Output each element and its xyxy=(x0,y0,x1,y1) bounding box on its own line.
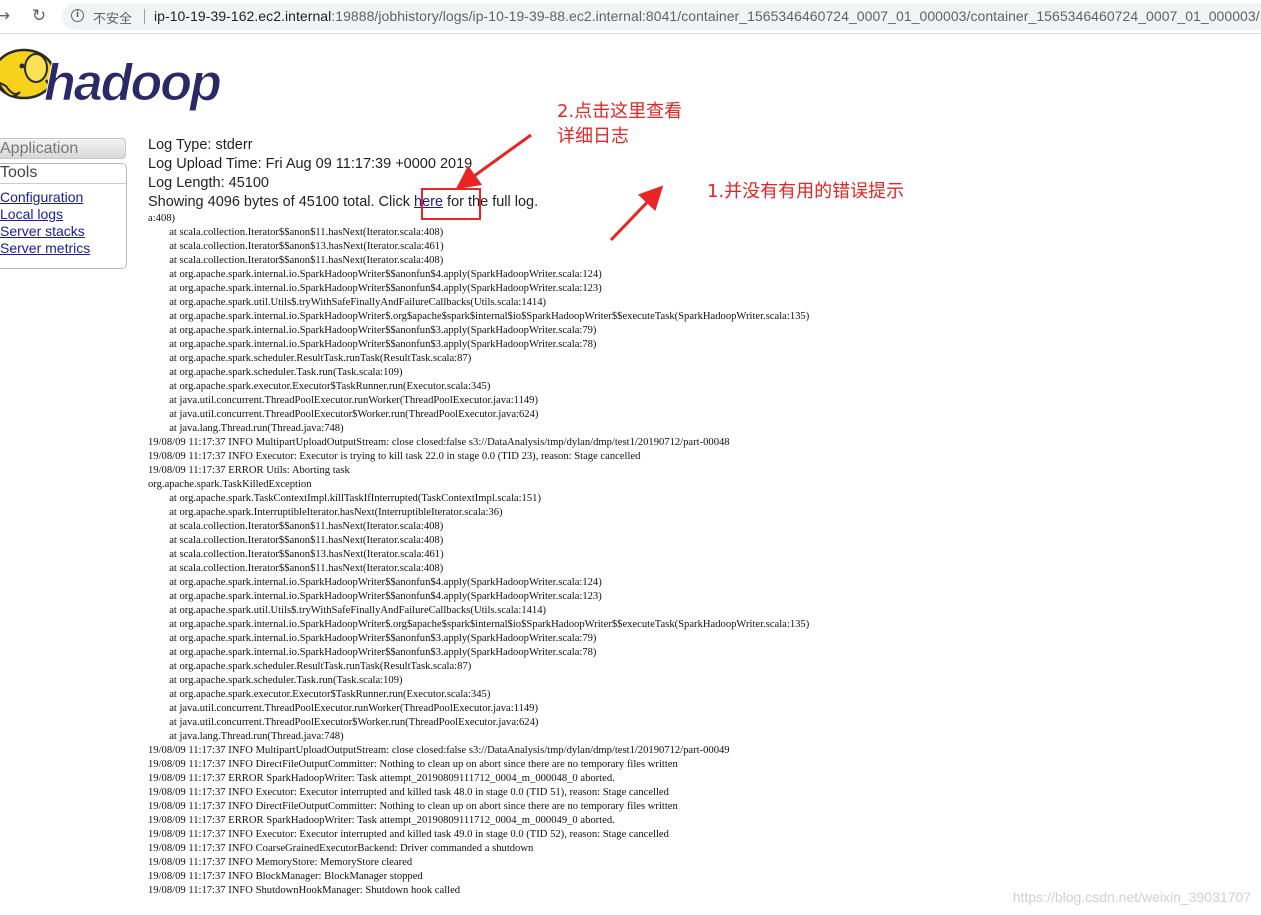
log-line: 19/08/09 11:17:37 INFO Executor: Executo… xyxy=(148,829,669,840)
log-line: at org.apache.spark.TaskContextImpl.kill… xyxy=(148,493,541,504)
log-line: at org.apache.spark.InterruptibleIterato… xyxy=(148,507,503,518)
log-line: at scala.collection.Iterator$$anon$13.ha… xyxy=(148,241,444,252)
logo-text: hadoop xyxy=(44,54,221,112)
log-type: Log Type: stderr xyxy=(148,137,253,153)
security-label[interactable]: 不安全 xyxy=(93,8,132,27)
log-line: 19/08/09 11:17:37 INFO DirectFileOutputC… xyxy=(148,801,678,812)
log-upload-time: Log Upload Time: Fri Aug 09 11:17:39 +00… xyxy=(148,156,473,172)
info-icon[interactable]: i xyxy=(71,9,84,22)
nav-tools-header[interactable]: Tools xyxy=(0,164,126,184)
log-line: at org.apache.spark.scheduler.ResultTask… xyxy=(148,353,472,364)
nav-link-server-metrics[interactable]: Server metrics xyxy=(0,240,90,256)
log-line: 19/08/09 11:17:37 ERROR SparkHadoopWrite… xyxy=(148,815,615,826)
annotation-click-here-line2: 详细日志 xyxy=(557,126,629,147)
nav-link-local-logs[interactable]: Local logs xyxy=(0,206,63,222)
log-line: at org.apache.spark.internal.io.SparkHad… xyxy=(148,577,602,588)
url-path: :19888/jobhistory/logs/ip-10-19-39-88.ec… xyxy=(331,8,1260,24)
url-host: ip-10-19-39-162.ec2.internal xyxy=(154,8,332,24)
log-line: 19/08/09 11:17:37 INFO Executor: Executo… xyxy=(148,787,669,798)
log-line: 19/08/09 11:17:37 INFO ShutdownHookManag… xyxy=(148,885,461,896)
log-line: at java.util.concurrent.ThreadPoolExecut… xyxy=(148,409,539,420)
log-line: at org.apache.spark.internal.io.SparkHad… xyxy=(148,633,597,644)
log-line: at org.apache.spark.internal.io.SparkHad… xyxy=(148,339,597,350)
nav-application-label: Application xyxy=(0,140,79,157)
log-line: 19/08/09 11:17:37 ERROR Utils: Aborting … xyxy=(148,465,350,476)
address-bar[interactable]: i 不安全 ip-10-19-39-162.ec2.internal:19888… xyxy=(62,3,1261,30)
nav-link-configuration[interactable]: Configuration xyxy=(0,189,83,205)
log-line: at scala.collection.Iterator$$anon$11.ha… xyxy=(148,255,444,266)
annotation-click-here: 2.点击这里查看 详细日志 xyxy=(557,99,682,149)
log-line: at org.apache.spark.internal.io.SparkHad… xyxy=(148,311,810,322)
log-line: at java.lang.Thread.run(Thread.java:748) xyxy=(148,423,344,434)
log-line: at org.apache.spark.util.Utils$.tryWithS… xyxy=(148,605,547,616)
annotation-click-here-line1: 2.点击这里查看 xyxy=(557,101,683,122)
here-highlight-box xyxy=(421,188,481,220)
log-line: at scala.collection.Iterator$$anon$11.ha… xyxy=(148,563,444,574)
log-line: at java.util.concurrent.ThreadPoolExecut… xyxy=(148,703,539,714)
log-line: at scala.collection.Iterator$$anon$11.ha… xyxy=(148,521,444,532)
nav-application[interactable]: Application xyxy=(0,138,126,159)
log-line: at org.apache.spark.executor.Executor$Ta… xyxy=(148,381,491,392)
log-line: 19/08/09 11:17:37 INFO MemoryStore: Memo… xyxy=(148,857,413,868)
log-line: at org.apache.spark.internal.io.SparkHad… xyxy=(148,591,602,602)
reload-icon[interactable]: ↻ xyxy=(28,5,50,27)
log-line: at org.apache.spark.scheduler.Task.run(T… xyxy=(148,675,403,686)
annotation-no-useful-error: 1.并没有有用的错误提示 xyxy=(707,181,905,202)
nav-tools-label: Tools xyxy=(0,164,38,181)
log-line: at org.apache.spark.scheduler.ResultTask… xyxy=(148,661,472,672)
browser-toolbar: → ↻ i 不安全 ip-10-19-39-162.ec2.internal:1… xyxy=(0,0,1261,34)
url-text[interactable]: ip-10-19-39-162.ec2.internal:19888/jobhi… xyxy=(154,8,1260,24)
log-line: 19/08/09 11:17:37 INFO MultipartUploadOu… xyxy=(148,437,730,448)
log-line: at org.apache.spark.internal.io.SparkHad… xyxy=(148,269,602,280)
log-line: at org.apache.spark.internal.io.SparkHad… xyxy=(148,619,810,630)
log-content: a:408) at scala.collection.Iterator$$ano… xyxy=(148,212,809,898)
log-showing-prefix: Showing 4096 bytes of 45100 total. Click xyxy=(148,194,414,210)
log-line: at org.apache.spark.executor.Executor$Ta… xyxy=(148,689,491,700)
log-line: 19/08/09 11:17:37 INFO CoarseGrainedExec… xyxy=(148,843,534,854)
log-line: 19/08/09 11:17:37 INFO Executor: Executo… xyxy=(148,451,641,462)
log-line: at org.apache.spark.internal.io.SparkHad… xyxy=(148,325,597,336)
log-line: 19/08/09 11:17:37 INFO DirectFileOutputC… xyxy=(148,759,678,770)
nav-link-server-stacks[interactable]: Server stacks xyxy=(0,223,85,239)
hadoop-logo: hadoop xyxy=(0,38,275,113)
forward-icon[interactable]: → xyxy=(0,5,14,27)
log-line: 19/08/09 11:17:37 ERROR SparkHadoopWrite… xyxy=(148,773,615,784)
log-line: 19/08/09 11:17:37 INFO BlockManager: Blo… xyxy=(148,871,423,882)
log-line: at java.util.concurrent.ThreadPoolExecut… xyxy=(148,717,539,728)
log-line: at java.util.concurrent.ThreadPoolExecut… xyxy=(148,395,539,406)
log-line: at scala.collection.Iterator$$anon$13.ha… xyxy=(148,549,444,560)
log-line: at scala.collection.Iterator$$anon$11.ha… xyxy=(148,535,444,546)
log-line: at java.lang.Thread.run(Thread.java:748) xyxy=(148,731,344,742)
log-length: Log Length: 45100 xyxy=(148,175,269,191)
log-line: at org.apache.spark.util.Utils$.tryWithS… xyxy=(148,297,547,308)
log-line: at org.apache.spark.internal.io.SparkHad… xyxy=(148,283,602,294)
log-line: at org.apache.spark.internal.io.SparkHad… xyxy=(148,647,597,658)
log-line: at org.apache.spark.scheduler.Task.run(T… xyxy=(148,367,403,378)
log-line: at scala.collection.Iterator$$anon$11.ha… xyxy=(148,227,444,238)
arrow-to-here xyxy=(455,133,532,190)
nav-tools-panel: Tools Configuration Local logs Server st… xyxy=(0,163,127,269)
url-separator xyxy=(144,9,145,24)
log-line: 19/08/09 11:17:37 INFO MultipartUploadOu… xyxy=(148,745,730,756)
log-line: org.apache.spark.TaskKilledException xyxy=(148,479,312,490)
watermark: https://blog.csdn.net/weixin_39031707 xyxy=(1012,889,1251,905)
